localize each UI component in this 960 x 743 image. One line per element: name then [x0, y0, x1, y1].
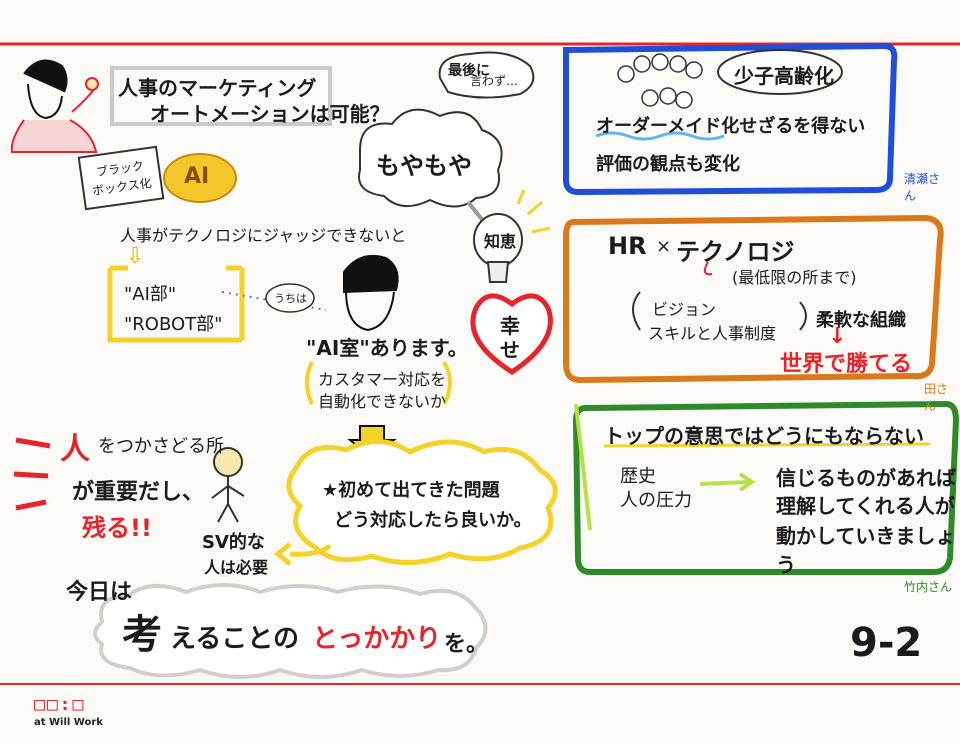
- orange-box-hr: HR: [608, 232, 647, 260]
- orange-box-tech: テクノロジ: [676, 238, 795, 266]
- orange-box-win: 世界で勝てる: [780, 352, 913, 377]
- finally-line2: 言わず…: [470, 74, 519, 88]
- green-box-believe-line2: 理解してくれる人が: [776, 494, 955, 518]
- green-arrow-icon: [699, 472, 756, 492]
- green-box-believe-line3: 動かしていきましょう: [776, 524, 956, 577]
- uchi-ha-text: うちは: [274, 292, 307, 305]
- cloud-text1: えることの: [170, 624, 299, 654]
- customer-line1: カスタマー対応を: [318, 370, 447, 389]
- green-box-history-line1: 歴史: [620, 466, 656, 487]
- happiness-line2: せ: [500, 338, 520, 362]
- logo-text: at Will Work: [34, 717, 103, 728]
- emphasis-marks: [13, 437, 51, 511]
- new-problem-cloud: [286, 439, 558, 565]
- orange-box-x: ×: [656, 236, 672, 257]
- new-problem-line2: どう対応したら良いか。: [334, 510, 532, 531]
- orange-box-speaker: 田さん: [924, 382, 949, 413]
- at-will-work-logo: □□:□ at Will Work: [34, 694, 103, 728]
- ai-room-text: "AI室"あります。: [306, 336, 468, 360]
- manager-illustration-icon: [343, 254, 399, 332]
- hito-mark: 人: [60, 432, 90, 467]
- dept-robot: "ROBOT部": [124, 314, 223, 335]
- speaker-illustration-icon: [10, 59, 99, 153]
- dept-ai: "AI部": [124, 284, 177, 305]
- orange-box-min: (最低限の所まで): [732, 268, 857, 287]
- orange-box-vision: ビジョン: [652, 300, 717, 319]
- green-box-speaker: 竹内さん: [904, 580, 953, 594]
- blue-box-line2: 評価の観点も変化: [596, 154, 740, 175]
- orange-box-skill: スキルと人事制度: [648, 324, 777, 343]
- moyamoya-text: もやもや: [376, 152, 472, 180]
- judge-arrow-icon: ⇩: [126, 244, 145, 269]
- sv-line2: 人は必要: [204, 558, 269, 577]
- green-box-history-line2: 人の圧力: [620, 490, 692, 511]
- cloud-kan: 考: [122, 612, 162, 658]
- hito-rest: をつかさどる所: [98, 436, 224, 457]
- moyamoya-arrow: [466, 200, 486, 224]
- important-text: が重要だし、: [72, 480, 205, 505]
- stick-figure-icon: [211, 447, 245, 523]
- crowd-icon: [617, 53, 703, 109]
- blue-box-title: 少子高齢化: [734, 64, 834, 88]
- cloud-text3: を。: [444, 632, 489, 657]
- ai-brain-label: AI: [184, 164, 210, 189]
- question-line1: 人事のマーケティング: [118, 76, 317, 100]
- green-box-title: トップの意思ではどうにもならない: [604, 424, 924, 448]
- customer-line2: 自動化できないか: [318, 392, 447, 411]
- page-number: 9-2: [850, 620, 923, 666]
- question-line2: オートメーションは可能？: [150, 102, 390, 126]
- judge-text: 人事がテクノロジにジャッジできないと: [120, 226, 407, 245]
- cloud-text2: とっかかり: [312, 624, 442, 654]
- wisdom-text: 知恵: [484, 232, 517, 251]
- sv-line1: SV的な: [202, 532, 265, 553]
- new-problem-line1: ★初めて出てきた問題: [322, 480, 500, 501]
- blue-box-line1: オーダーメイド化せざるを得ない: [596, 116, 866, 137]
- logo-mark: □□:□: [34, 694, 86, 715]
- remain-text: 残る!!: [82, 514, 152, 542]
- green-box-believe-line1: 信じるものがあれば: [776, 466, 956, 490]
- blue-box-speaker: 清瀬さん: [904, 172, 941, 203]
